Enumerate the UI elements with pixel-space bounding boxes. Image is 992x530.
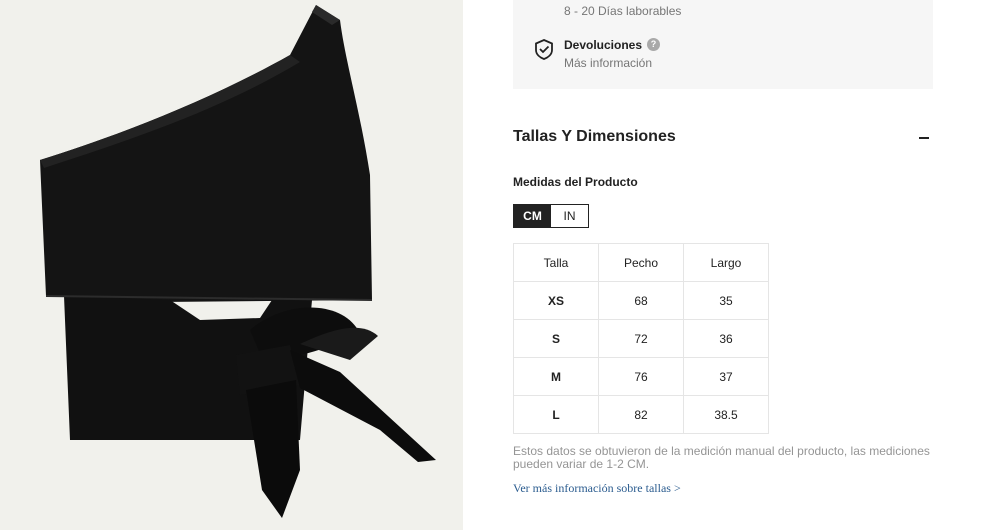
- table-cell: 68: [598, 281, 684, 320]
- table-header-row: Talla Pecho Largo: [513, 243, 769, 282]
- column-header: Largo: [683, 243, 769, 282]
- size-cell: L: [513, 395, 599, 434]
- table-row: XS 68 35: [513, 281, 769, 320]
- size-info-link[interactable]: Ver más información sobre tallas >: [513, 481, 681, 496]
- table-cell: 36: [683, 319, 769, 358]
- table-cell: 72: [598, 319, 684, 358]
- column-header: Pecho: [598, 243, 684, 282]
- size-cell: S: [513, 319, 599, 358]
- returns-more-info[interactable]: Más información: [564, 56, 652, 70]
- collapse-minus-icon[interactable]: [913, 129, 935, 147]
- unit-cm-button[interactable]: CM: [514, 205, 551, 227]
- column-header: Talla: [513, 243, 599, 282]
- one-shoulder-crop-top-image: [40, 5, 436, 518]
- table-row: S 72 36: [513, 319, 769, 358]
- table-row: L 82 38.5: [513, 395, 769, 434]
- product-image[interactable]: [0, 0, 463, 530]
- unit-in-button[interactable]: IN: [551, 205, 588, 227]
- sizes-section-title[interactable]: Tallas Y Dimensiones: [513, 128, 676, 146]
- product-measurements-label: Medidas del Producto: [513, 175, 638, 189]
- unit-toggle: CM IN: [513, 204, 589, 228]
- table-row: M 76 37: [513, 357, 769, 396]
- table-cell: 82: [598, 395, 684, 434]
- shipping-info-box: 8 - 20 Días laborables Devoluciones ? Má…: [513, 0, 933, 89]
- shipping-days: 8 - 20 Días laborables: [564, 4, 682, 18]
- size-cell: M: [513, 357, 599, 396]
- shield-check-icon: [533, 38, 555, 60]
- table-cell: 76: [598, 357, 684, 396]
- size-cell: XS: [513, 281, 599, 320]
- table-cell: 38.5: [683, 395, 769, 434]
- measurement-disclaimer: Estos datos se obtuvieron de la medición…: [513, 444, 930, 471]
- table-cell: 35: [683, 281, 769, 320]
- returns-title: Devoluciones: [564, 38, 643, 52]
- help-icon[interactable]: ?: [647, 38, 660, 51]
- size-chart-table: Talla Pecho Largo XS 68 35 S 72 36 M 76 …: [513, 243, 769, 434]
- table-cell: 37: [683, 357, 769, 396]
